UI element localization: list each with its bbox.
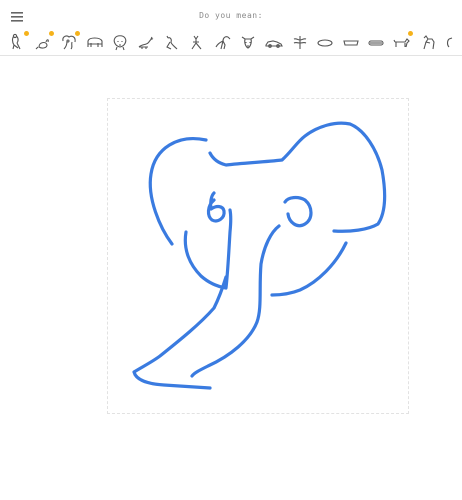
- sketch-drawing: [132, 121, 387, 390]
- sketch-stroke-head-top: [208, 121, 387, 233]
- sketch-stroke-left-ear: [148, 137, 208, 246]
- sketch-stroke-left-eye: [206, 191, 226, 223]
- sketch-stroke-trunk-left: [183, 208, 233, 290]
- sketch-stroke-trunk: [132, 275, 228, 390]
- sketch-stroke-jaw: [270, 241, 348, 297]
- sketch-stroke-right-eye: [283, 195, 313, 228]
- sketch-stroke-trunk-right: [190, 224, 281, 378]
